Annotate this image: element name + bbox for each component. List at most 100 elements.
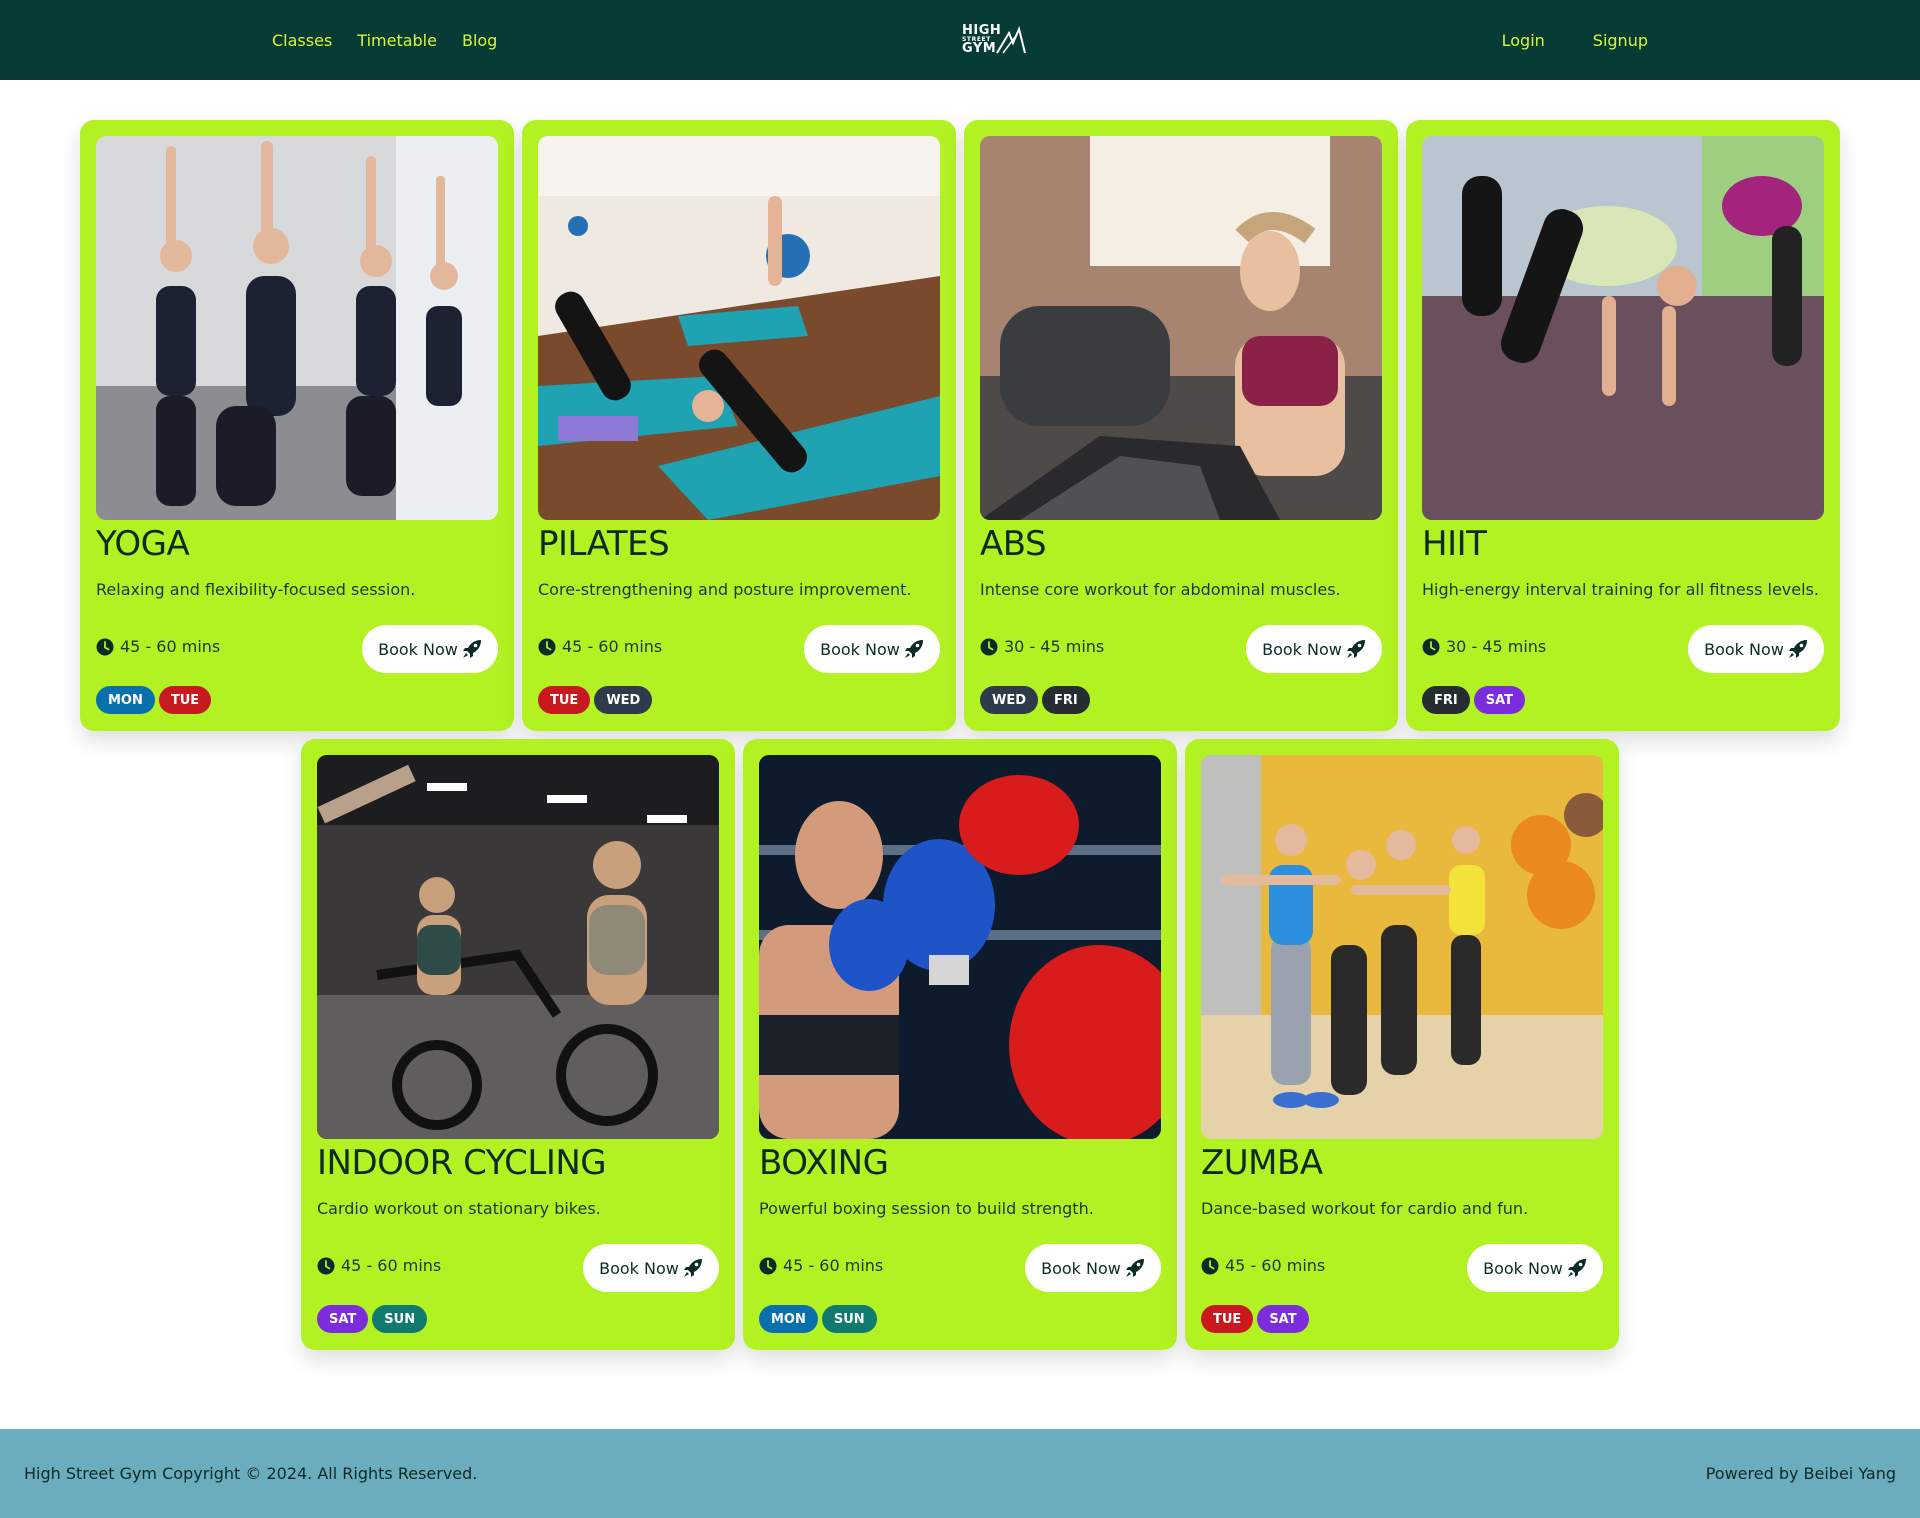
class-title: YOGA [96,524,190,564]
class-photo-image [1422,136,1824,520]
book-now-button[interactable]: Book Now [362,625,498,673]
day-tags: SAT SUN [317,1305,428,1333]
class-description: Relaxing and flexibility-focused session… [96,580,416,599]
class-duration: 45 - 60 mins [538,637,662,656]
day-tag-tue: TUE [538,686,591,714]
book-now-label: Book Now [1262,639,1342,659]
class-description: Cardio workout on stationary bikes. [317,1199,601,1218]
account-nav: Login Signup [1502,0,1648,80]
footer-credit: Powered by Beibei Yang [1705,1464,1896,1483]
class-duration: 30 - 45 mins [980,637,1104,656]
duration-text: 30 - 45 mins [1446,637,1547,656]
rocket-icon [1346,640,1365,658]
rocket-icon [683,1259,702,1277]
day-tag-tue: TUE [158,686,212,714]
rocket-icon [462,640,481,658]
book-now-button[interactable]: Book Now [583,1244,719,1292]
day-tag-sun: SUN [821,1305,877,1333]
footer-copyright: High Street Gym Copyright © 2024. All Ri… [24,1464,478,1483]
class-duration: 45 - 60 mins [96,637,220,656]
book-now-button[interactable]: Book Now [1246,625,1382,673]
class-duration: 30 - 45 mins [1422,637,1546,656]
duration-text: 45 - 60 mins [1225,1256,1326,1275]
duration-text: 30 - 45 mins [1004,637,1105,656]
day-tag-sat: SAT [1257,1305,1309,1333]
site-header: Classes Timetable Blog HIGH STREET GYM L… [0,0,1920,80]
site-footer: High Street Gym Copyright © 2024. All Ri… [0,1429,1920,1518]
day-tag-wed: WED [980,686,1039,714]
class-photo-image [317,755,719,1139]
day-tag-tue: TUE [1201,1305,1254,1333]
day-tags: MON SUN [759,1305,877,1333]
nav-link-login[interactable]: Login [1502,31,1545,50]
class-title: ABS [980,524,1047,564]
day-tag-mon: MON [759,1305,818,1333]
clock-icon [317,1257,335,1274]
book-now-button[interactable]: Book Now [1025,1244,1161,1292]
class-photo-image [759,755,1161,1139]
book-now-button[interactable]: Book Now [1688,625,1824,673]
duration-text: 45 - 60 mins [783,1256,884,1275]
day-tag-sat: SAT [317,1305,369,1333]
class-card-hiit: HIIT High-energy interval training for a… [1406,120,1840,731]
class-photo-image [980,136,1382,520]
day-tags: TUE SAT [1201,1305,1309,1333]
class-photo [317,755,719,1139]
book-now-label: Book Now [820,639,900,659]
class-photo [1201,755,1603,1139]
class-title: INDOOR CYCLING [317,1143,607,1183]
book-now-button[interactable]: Book Now [1467,1244,1603,1292]
duration-text: 45 - 60 mins [120,637,221,656]
class-description: High-energy interval training for all fi… [1422,580,1819,599]
day-tag-sat: SAT [1473,686,1526,714]
duration-text: 45 - 60 mins [562,637,663,656]
clock-icon [96,638,114,655]
class-photo-image [1201,755,1603,1139]
nav-link-classes[interactable]: Classes [272,31,332,50]
book-now-label: Book Now [599,1258,679,1278]
class-photo [96,136,498,520]
day-tag-sun: SUN [372,1305,428,1333]
book-now-label: Book Now [378,639,458,659]
clock-icon [538,638,556,655]
rocket-icon [1567,1259,1586,1277]
clock-icon [980,638,998,655]
class-photo [1422,136,1824,520]
day-tag-fri: FRI [1042,686,1090,714]
day-tags: FRI SAT [1422,686,1526,714]
gym-logo[interactable]: HIGH STREET GYM [962,22,1040,58]
day-tag-mon: MON [96,686,155,714]
class-description: Core-strengthening and posture improveme… [538,580,912,599]
class-description: Intense core workout for abdominal muscl… [980,580,1341,599]
class-photo-image [538,136,940,520]
day-tag-fri: FRI [1422,686,1470,714]
class-card-yoga: YOGA Relaxing and flexibility-focused se… [80,120,514,731]
class-photo [759,755,1161,1139]
clock-icon [1201,1257,1219,1274]
class-card-boxing: BOXING Powerful boxing session to build … [743,739,1177,1350]
day-tag-wed: WED [594,686,653,714]
nav-link-timetable[interactable]: Timetable [357,31,437,50]
class-photo [538,136,940,520]
book-now-label: Book Now [1704,639,1784,659]
nav-link-signup[interactable]: Signup [1593,31,1648,50]
class-title: HIIT [1422,524,1487,564]
class-duration: 45 - 60 mins [759,1256,883,1275]
duration-text: 45 - 60 mins [341,1256,442,1275]
nav-link-blog[interactable]: Blog [462,31,497,50]
class-description: Powerful boxing session to build strengt… [759,1199,1094,1218]
book-now-label: Book Now [1041,1258,1121,1278]
class-photo [980,136,1382,520]
day-tags: TUE WED [538,686,653,714]
clock-icon [1422,638,1440,655]
clock-icon [759,1257,777,1274]
class-title: PILATES [538,524,670,564]
book-now-label: Book Now [1483,1258,1563,1278]
book-now-button[interactable]: Book Now [804,625,940,673]
class-duration: 45 - 60 mins [317,1256,441,1275]
rocket-icon [1125,1259,1144,1277]
day-tags: MON TUE [96,686,212,714]
class-photo-image [96,136,498,520]
rocket-icon [1788,640,1807,658]
main-nav: Classes Timetable Blog [272,0,497,80]
